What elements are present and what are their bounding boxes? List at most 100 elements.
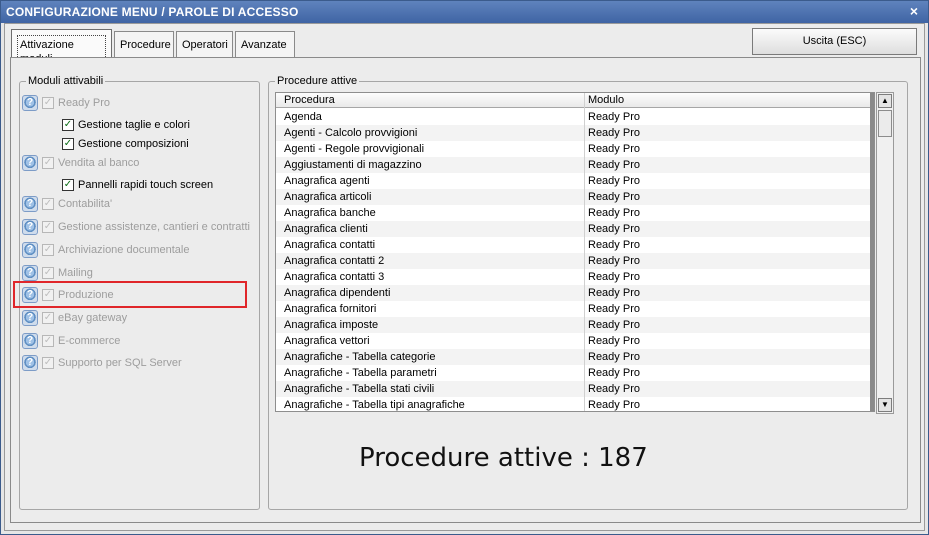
module-cell: Ready Pro	[588, 351, 640, 363]
tab-operatori[interactable]: Operatori	[176, 31, 233, 58]
title-bar: CONFIGURAZIONE MENU / PAROLE DI ACCESSO …	[1, 1, 928, 23]
info-icon[interactable]: ?	[22, 333, 38, 349]
procedure-name-cell: Anagrafica contatti 3	[284, 271, 385, 283]
module-row[interactable]: ? ✓ Mailing	[22, 264, 93, 282]
module-checkbox[interactable]: ✓	[42, 357, 54, 369]
table-row[interactable]: Anagrafica clienti Ready Pro	[276, 221, 870, 237]
tab-attivazione-moduli[interactable]: Attivazione moduli	[11, 29, 112, 69]
tab-label: Operatori	[182, 39, 228, 51]
table-row[interactable]: Anagrafica banche Ready Pro	[276, 205, 870, 221]
procedure-name-cell: Aggiustamenti di magazzino	[284, 159, 422, 171]
module-checkbox[interactable]: ✓	[42, 157, 54, 169]
module-checkbox[interactable]: ✓	[42, 244, 54, 256]
module-cell: Ready Pro	[588, 127, 640, 139]
table-row[interactable]: Anagrafica imposte Ready Pro	[276, 317, 870, 333]
table-row[interactable]: Anagrafiche - Tabella stati civili Ready …	[276, 381, 870, 397]
close-icon[interactable]: ×	[906, 3, 922, 19]
exit-button[interactable]: Uscita (ESC)	[752, 28, 917, 55]
module-checkbox[interactable]: ✓	[42, 267, 54, 279]
procedure-name-cell: Anagrafica contatti 2	[284, 255, 385, 267]
procedure-name-cell: Anagrafica dipendenti	[284, 287, 391, 299]
tab-avanzate[interactable]: Avanzate	[235, 31, 295, 58]
procedure-count: Procedure attive : 187	[359, 443, 648, 473]
procedure-name-cell: Anagrafica agenti	[284, 175, 370, 187]
grid-header: Procedura Modulo	[276, 93, 874, 108]
module-cell: Ready Pro	[588, 383, 640, 395]
module-cell: Ready Pro	[588, 239, 640, 251]
module-cell: Ready Pro	[588, 175, 640, 187]
table-row[interactable]: Agenda Ready Pro	[276, 109, 870, 125]
module-row[interactable]: ? ✓ Gestione assistenze, cantieri e contra…	[22, 218, 250, 236]
table-row[interactable]: Agenti - Regole provvigionali Ready Pro	[276, 141, 870, 157]
module-row[interactable]: ✓ Pannelli rapidi touch screen	[62, 176, 213, 194]
procedures-grid[interactable]: Procedura Modulo Agenda Ready Pro Agenti -…	[275, 92, 875, 412]
module-cell: Ready Pro	[588, 303, 640, 315]
module-checkbox[interactable]: ✓	[42, 97, 54, 109]
grid-scrollbar[interactable]: ▲ ▼	[876, 92, 894, 414]
module-row[interactable]: ? ✓ eBay gateway	[22, 309, 127, 327]
table-row[interactable]: Anagrafica dipendenti Ready Pro	[276, 285, 870, 301]
module-label: Contabilita'	[58, 198, 113, 210]
table-row[interactable]: Anagrafiche - Tabella tipi anagrafiche Re…	[276, 397, 870, 411]
module-cell: Ready Pro	[588, 319, 640, 331]
module-row[interactable]: ? ✓ Contabilita'	[22, 195, 112, 213]
module-row[interactable]: ? ✓ Vendita al banco	[22, 154, 139, 172]
table-row[interactable]: Anagrafiche - Tabella categorie Ready Pro	[276, 349, 870, 365]
info-icon[interactable]: ?	[22, 196, 38, 212]
module-checkbox[interactable]: ✓	[42, 335, 54, 347]
procedure-name-cell: Anagrafiche - Tabella parametri	[284, 367, 437, 379]
scroll-down-icon[interactable]: ▼	[878, 398, 892, 412]
module-row[interactable]: ✓ Gestione composizioni	[62, 135, 189, 153]
procedure-name-cell: Anagrafica vettori	[284, 335, 370, 347]
table-row[interactable]: Anagrafica contatti Ready Pro	[276, 237, 870, 253]
table-row[interactable]: Anagrafica contatti 2 Ready Pro	[276, 253, 870, 269]
module-cell: Ready Pro	[588, 159, 640, 171]
module-checkbox[interactable]: ✓	[42, 312, 54, 324]
module-checkbox[interactable]: ✓	[62, 119, 74, 131]
tab-procedure[interactable]: Procedure	[114, 31, 174, 58]
module-label: Supporto per SQL Server	[58, 357, 182, 369]
module-label: eBay gateway	[58, 312, 128, 324]
module-checkbox[interactable]: ✓	[42, 198, 54, 210]
module-cell: Ready Pro	[588, 143, 640, 155]
module-label: E-commerce	[58, 335, 121, 347]
procedure-name-cell: Anagrafica contatti	[284, 239, 376, 251]
table-row[interactable]: Aggiustamenti di magazzino Ready Pro	[276, 157, 870, 173]
procedure-name-cell: Anagrafiche - Tabella categorie	[284, 351, 436, 363]
module-row[interactable]: ? ✓ E-commerce	[22, 332, 120, 350]
module-row[interactable]: ? ✓ Ready Pro	[22, 94, 110, 112]
info-icon[interactable]: ?	[22, 155, 38, 171]
table-row[interactable]: Agenti - Calcolo provvigioni Ready Pro	[276, 125, 870, 141]
module-row[interactable]: ✓ Gestione taglie e colori	[62, 116, 190, 134]
info-icon[interactable]: ?	[22, 242, 38, 258]
module-cell: Ready Pro	[588, 287, 640, 299]
module-cell: Ready Pro	[588, 335, 640, 347]
info-icon[interactable]: ?	[22, 219, 38, 235]
table-row[interactable]: Anagrafica articoli Ready Pro	[276, 189, 870, 205]
module-row[interactable]: ? ✓ Archiviazione documentale	[22, 241, 189, 259]
scroll-thumb[interactable]	[878, 110, 892, 137]
info-icon[interactable]: ?	[22, 355, 38, 371]
scroll-up-icon[interactable]: ▲	[878, 94, 892, 108]
module-cell: Ready Pro	[588, 207, 640, 219]
table-row[interactable]: Anagrafica vettori Ready Pro	[276, 333, 870, 349]
procedure-name-cell: Anagrafica clienti	[284, 223, 368, 235]
procedure-name-cell: Agenda	[284, 111, 322, 123]
info-icon[interactable]: ?	[22, 265, 38, 281]
table-row[interactable]: Anagrafica fornitori Ready Pro	[276, 301, 870, 317]
module-checkbox[interactable]: ✓	[62, 179, 74, 191]
module-cell: Ready Pro	[588, 367, 640, 379]
procedure-name-cell: Agenti - Regole provvigionali	[284, 143, 425, 155]
grid-right-edge	[870, 93, 874, 411]
table-row[interactable]: Anagrafiche - Tabella parametri Ready Pro	[276, 365, 870, 381]
column-header-procedura[interactable]: Procedura	[284, 94, 335, 106]
module-checkbox[interactable]: ✓	[62, 138, 74, 150]
info-icon[interactable]: ?	[22, 310, 38, 326]
module-label: Gestione taglie e colori	[78, 119, 190, 131]
table-row[interactable]: Anagrafica agenti Ready Pro	[276, 173, 870, 189]
table-row[interactable]: Anagrafica contatti 3 Ready Pro	[276, 269, 870, 285]
info-icon[interactable]: ?	[22, 95, 38, 111]
module-checkbox[interactable]: ✓	[42, 221, 54, 233]
column-header-modulo[interactable]: Modulo	[588, 94, 624, 106]
module-row[interactable]: ? ✓ Supporto per SQL Server	[22, 354, 182, 372]
